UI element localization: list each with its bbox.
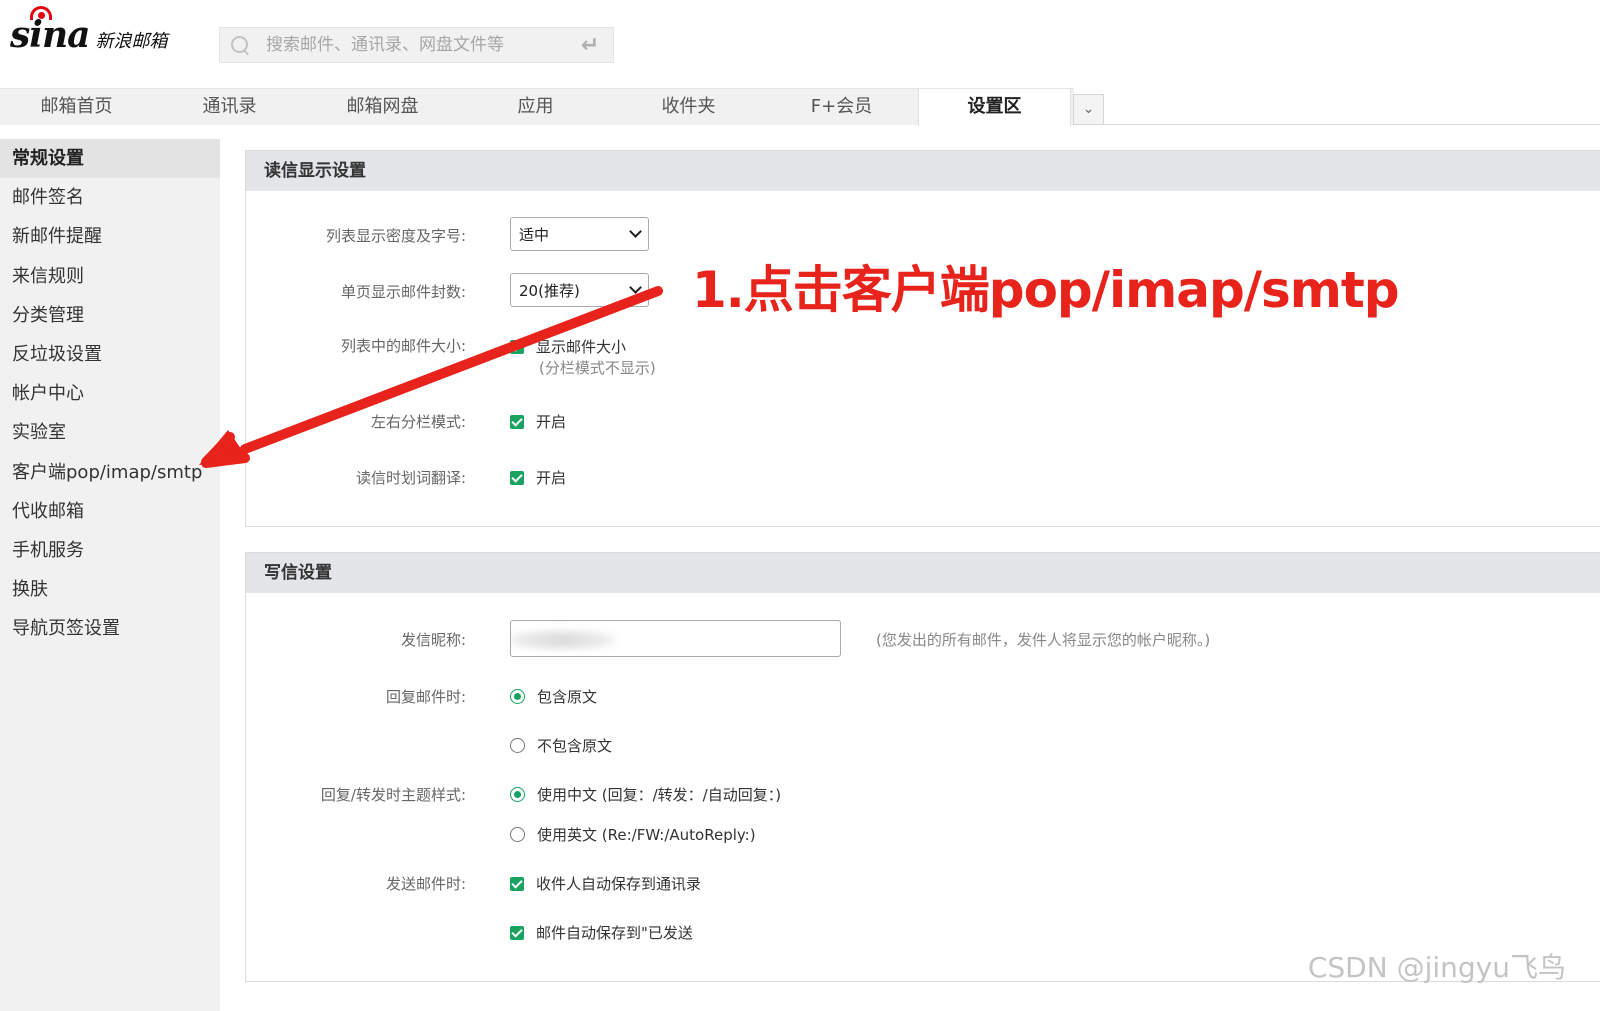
subject-chinese-radio[interactable] <box>510 787 525 802</box>
logo-text: 新浪邮箱 <box>95 31 168 52</box>
settings-sidebar: 常规设置 邮件签名 新邮件提醒 来信规则 分类管理 反垃圾设置 帐户中心 实验室… <box>0 139 220 1011</box>
logo-eye-icon <box>30 6 52 20</box>
write-panel-title: 写信设置 <box>246 553 1600 593</box>
translate-label: 读信时划词翻译: <box>355 469 466 487</box>
density-value: 适中 <box>519 225 550 244</box>
read-panel-title: 读信显示设置 <box>246 151 1600 191</box>
write-settings-panel: 写信设置 发信昵称: (您发出的所有邮件，发件人将显示您的帐户昵称。) 回复邮件… <box>245 552 1600 982</box>
subject-chinese-option: 使用中文 (回复：/转发：/自动回复：) <box>537 786 782 804</box>
save-contacts-checkbox[interactable] <box>510 876 524 891</box>
send-label: 发送邮件时: <box>385 875 466 893</box>
sidebar-item-mobile-service[interactable]: 手机服务 <box>0 531 220 570</box>
sina-mail-logo[interactable]: sina 新浪邮箱 <box>10 6 168 56</box>
reply-include-radio[interactable] <box>510 689 525 704</box>
density-label: 列表显示密度及字号: <box>325 227 466 245</box>
per-page-value: 20(推荐) <box>519 281 580 300</box>
split-mode-option: 开启 <box>536 413 567 431</box>
sidebar-item-anti-spam[interactable]: 反垃圾设置 <box>0 335 220 374</box>
sidebar-item-incoming-rules[interactable]: 来信规则 <box>0 257 220 296</box>
mail-size-note: (分栏模式不显示) <box>539 359 656 377</box>
annotation-text: 1.点击客户端pop/imap/smtp <box>692 261 1400 319</box>
split-mode-label: 左右分栏模式: <box>370 413 466 431</box>
blurred-nickname <box>511 629 617 651</box>
sidebar-item-mail-fetch[interactable]: 代收邮箱 <box>0 492 220 531</box>
save-sent-option: 邮件自动保存到"已发送 <box>536 924 693 942</box>
subject-style-label: 回复/转发时主题样式: <box>320 786 466 804</box>
tab-settings[interactable]: 设置区 <box>918 89 1071 126</box>
per-page-select[interactable]: 20(推荐) <box>510 273 649 307</box>
mail-size-option: 显示邮件大小 <box>536 338 627 356</box>
mail-size-checkbox[interactable] <box>510 339 524 354</box>
reply-include-option: 包含原文 <box>537 688 598 706</box>
sidebar-item-lab[interactable]: 实验室 <box>0 413 220 452</box>
search-icon[interactable] <box>230 35 250 55</box>
sidebar-item-general[interactable]: 常规设置 <box>0 139 220 179</box>
save-contacts-option: 收件人自动保存到通讯录 <box>536 875 702 893</box>
split-mode-checkbox[interactable] <box>510 414 524 429</box>
sidebar-item-client-pop-imap-smtp[interactable]: 客户端pop/imap/smtp <box>0 453 220 492</box>
sidebar-item-skin[interactable]: 换肤 <box>0 570 220 609</box>
tab-contacts[interactable]: 通讯录 <box>153 89 306 125</box>
tab-apps[interactable]: 应用 <box>459 89 612 125</box>
density-select[interactable]: 适中 <box>510 217 649 251</box>
tab-netdisk[interactable]: 邮箱网盘 <box>306 89 459 125</box>
nickname-input[interactable] <box>510 620 841 657</box>
nickname-hint: (您发出的所有邮件，发件人将显示您的帐户昵称。) <box>876 631 1211 649</box>
chevron-down-icon <box>629 225 642 238</box>
top-nav: 邮箱首页 通讯录 邮箱网盘 应用 收件夹 F+会员 设置区 ⌄ <box>0 88 1600 126</box>
search-input[interactable] <box>250 35 575 55</box>
per-page-label: 单页显示邮件封数: <box>340 283 466 301</box>
nickname-label: 发信昵称: <box>400 631 466 649</box>
subject-english-radio[interactable] <box>510 827 525 842</box>
csdn-watermark: CSDN @jingyu飞鸟 <box>1307 951 1566 984</box>
translate-option: 开启 <box>536 469 567 487</box>
read-display-settings-panel: 读信显示设置 列表显示密度及字号: 适中 单页显示邮件封数: 20(推荐) 列表… <box>245 150 1600 527</box>
sidebar-item-account-center[interactable]: 帐户中心 <box>0 374 220 413</box>
nav-bar: 邮箱首页 通讯录 邮箱网盘 应用 收件夹 F+会员 设置区 <box>0 88 1074 126</box>
header: sina 新浪邮箱 ↵ <box>0 0 1600 88</box>
chevron-down-icon <box>629 281 642 294</box>
sidebar-item-new-mail-alert[interactable]: 新邮件提醒 <box>0 217 220 256</box>
mail-size-label: 列表中的邮件大小: <box>340 337 466 355</box>
enter-icon[interactable]: ↵ <box>575 33 605 58</box>
sidebar-item-nav-tab-settings[interactable]: 导航页签设置 <box>0 609 220 648</box>
save-sent-checkbox[interactable] <box>510 925 524 940</box>
reply-exclude-option: 不包含原文 <box>537 737 613 755</box>
subject-english-option: 使用英文 (Re:/FW:/AutoReply:) <box>537 826 756 844</box>
tab-inbox[interactable]: 收件夹 <box>612 89 765 125</box>
search-bar: ↵ <box>219 27 614 63</box>
sidebar-item-signature[interactable]: 邮件签名 <box>0 178 220 217</box>
nav-more-button[interactable]: ⌄ <box>1073 94 1104 125</box>
reply-label: 回复邮件时: <box>385 688 466 706</box>
tab-fplus-vip[interactable]: F+会员 <box>765 89 918 125</box>
chevron-down-icon: ⌄ <box>1082 101 1095 117</box>
tab-mail-home[interactable]: 邮箱首页 <box>0 89 153 125</box>
reply-exclude-radio[interactable] <box>510 738 525 753</box>
logo-mark: sina <box>10 14 90 56</box>
translate-checkbox[interactable] <box>510 470 524 485</box>
sidebar-item-categories[interactable]: 分类管理 <box>0 296 220 335</box>
